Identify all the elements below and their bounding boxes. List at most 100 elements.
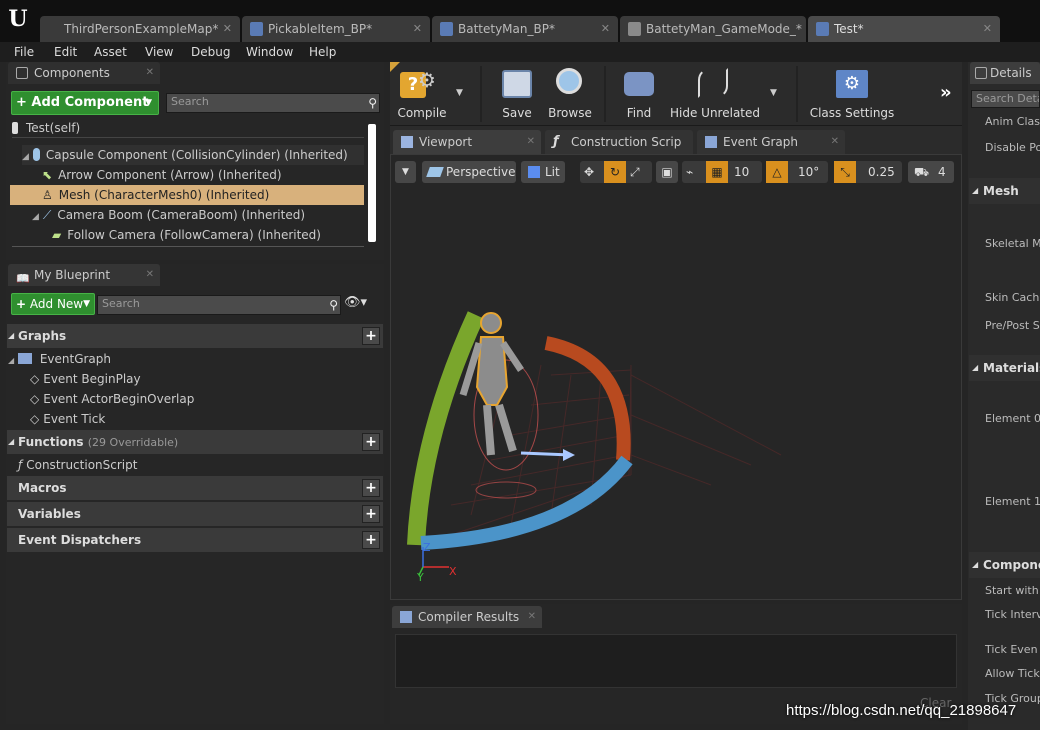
tab-test[interactable]: Test* ✕ <box>808 16 1000 42</box>
menu-window[interactable]: Window <box>246 42 293 62</box>
detail-allow-tick: Allow Tick <box>985 667 1040 680</box>
components-scrollbar[interactable] <box>368 124 376 242</box>
translate-icon[interactable]: ✥ <box>584 161 594 183</box>
tab-label: Test* <box>834 22 864 36</box>
collapse-icon: ◢ <box>972 186 979 195</box>
event-tick-item[interactable]: ◇ Event Tick <box>30 409 105 429</box>
class-settings-button[interactable]: ⚙ Class Settings <box>808 64 896 124</box>
menu-view[interactable]: View <box>145 42 173 62</box>
rotation-snap-value[interactable]: 10° <box>798 161 819 183</box>
section-graphs[interactable]: ◢ Graphs + <box>7 324 383 348</box>
grid-snap-value[interactable]: 10 <box>734 161 749 183</box>
event-node-icon: ◇ <box>30 392 40 406</box>
add-component-button[interactable]: + Add Component ▼ <box>11 91 159 115</box>
tab-event-graph[interactable]: Event Graph ✕ <box>697 130 845 154</box>
close-icon[interactable]: ✕ <box>146 264 154 286</box>
event-beginplay-item[interactable]: ◇ Event BeginPlay <box>30 369 141 389</box>
tree-item-arrow[interactable]: ⬉ Arrow Component (Arrow) (Inherited) <box>42 165 282 185</box>
toolbar-overflow-icon[interactable]: » <box>940 82 952 103</box>
expand-arrow-icon[interactable]: ◢ <box>32 212 39 222</box>
construction-script-item[interactable]: ƒ ConstructionScript <box>18 455 137 475</box>
menu-help[interactable]: Help <box>309 42 336 62</box>
tab-battetyman-gamemode[interactable]: BattetyMan_GameMode_* <box>620 16 806 42</box>
compile-options-dropdown[interactable]: ▼ <box>456 88 463 98</box>
hide-unrelated-dropdown[interactable]: ▼ <box>770 88 777 98</box>
plus-icon: + <box>16 297 27 311</box>
menu-debug[interactable]: Debug <box>191 42 230 62</box>
perspective-button[interactable]: Perspective <box>422 161 516 183</box>
close-icon[interactable]: ✕ <box>146 62 154 84</box>
section-mesh[interactable]: ◢ Mesh <box>969 178 1040 204</box>
menu-file[interactable]: File <box>14 42 34 62</box>
find-button[interactable]: Find <box>614 64 664 124</box>
menu-bar: File Edit Asset View Debug Window Help <box>0 42 1040 62</box>
grid-snap-icon[interactable]: ▦ <box>706 161 728 183</box>
camera-speed-button[interactable]: ⛟ 4 <box>908 161 954 183</box>
tab-construction-script[interactable]: ƒ Construction Scrip <box>545 130 693 154</box>
scale-snap-value[interactable]: 0.25 <box>868 161 895 183</box>
surface-snap-icon[interactable]: ⌁ <box>686 161 693 183</box>
rotate-icon[interactable]: ↻ <box>604 161 626 183</box>
tree-item-capsule[interactable]: ◢ Capsule Component (CollisionCylinder) (… <box>22 145 364 165</box>
menu-edit[interactable]: Edit <box>54 42 77 62</box>
expand-arrow-icon[interactable]: ◢ <box>22 152 29 162</box>
detail-element-1: Element 1 <box>985 495 1040 508</box>
tab-compiler-results[interactable]: Compiler Results ✕ <box>392 606 542 628</box>
rotation-gizmo-blue-arc[interactable] <box>420 455 633 550</box>
close-icon[interactable]: ✕ <box>601 16 610 42</box>
add-variable-button[interactable]: + <box>362 505 380 523</box>
tree-item-camera-boom[interactable]: ◢ ⟋ Camera Boom (CameraBoom) (Inherited) <box>32 205 305 225</box>
tab-details[interactable]: Details <box>970 62 1040 84</box>
section-components[interactable]: ◢ Componer <box>969 552 1040 578</box>
close-icon[interactable]: ✕ <box>413 16 422 42</box>
browse-button[interactable]: Browse <box>544 64 596 124</box>
section-materials[interactable]: ◢ Materials <box>969 355 1040 381</box>
section-macros[interactable]: Macros + <box>7 476 383 500</box>
detail-pre-post: Pre/Post S <box>985 319 1040 332</box>
scale-icon[interactable]: ⤢ <box>630 161 640 183</box>
tab-label: Compiler Results <box>418 610 520 624</box>
close-icon[interactable]: ✕ <box>983 16 992 42</box>
add-new-button[interactable]: + Add New ▼ <box>11 293 95 315</box>
close-icon[interactable]: ✕ <box>831 130 839 154</box>
viewport-options-dropdown[interactable]: ▼ <box>395 161 416 183</box>
unreal-logo-icon[interactable]: U <box>3 4 33 34</box>
detail-skeletal-mesh: Skeletal Mo <box>985 237 1040 250</box>
details-search-input[interactable]: Search Deta <box>971 90 1040 108</box>
close-icon[interactable]: ✕ <box>223 16 232 42</box>
tab-battetyman-bp[interactable]: BattetyMan_BP* ✕ <box>432 16 618 42</box>
tree-item-self[interactable]: Test(self) <box>12 118 364 138</box>
event-graph-item[interactable]: ◢ EventGraph <box>8 349 111 369</box>
section-functions[interactable]: ◢ Functions (29 Overridable) + <box>7 430 383 454</box>
tree-item-mesh[interactable]: ♙ Mesh (CharacterMesh0) (Inherited) <box>10 185 364 205</box>
tab-components[interactable]: Components ✕ <box>8 62 160 84</box>
close-icon[interactable]: ✕ <box>527 130 535 154</box>
compile-button[interactable]: ? ⚙ Compile <box>392 64 452 124</box>
section-variables[interactable]: Variables + <box>7 502 383 526</box>
lit-button[interactable]: Lit <box>521 161 565 183</box>
add-graph-button[interactable]: + <box>362 327 380 345</box>
tab-my-blueprint[interactable]: 📖 My Blueprint ✕ <box>8 264 160 286</box>
tab-pickableitem[interactable]: PickableItem_BP* ✕ <box>242 16 430 42</box>
hide-unrelated-button[interactable]: Hide Unrelated <box>670 64 760 124</box>
scale-snap-icon[interactable]: ⤡ <box>834 161 856 183</box>
viewport-scene: X Z Y <box>407 311 782 584</box>
visibility-eye-icon[interactable]: 👁▾ <box>344 295 367 310</box>
components-search-input[interactable]: Search ⚲ <box>166 93 380 113</box>
viewport[interactable]: X Z Y <box>390 154 962 600</box>
tab-thirdpersonexamplemap[interactable]: ThirdPersonExampleMap* ✕ <box>40 16 240 42</box>
world-local-toggle[interactable]: ▣ <box>656 161 678 183</box>
event-actorbeginoverlap-item[interactable]: ◇ Event ActorBeginOverlap <box>30 389 194 409</box>
add-dispatcher-button[interactable]: + <box>362 531 380 549</box>
tree-item-follow-camera[interactable]: ▰ Follow Camera (FollowCamera) (Inherited… <box>52 225 321 245</box>
section-event-dispatchers[interactable]: Event Dispatchers + <box>7 528 383 552</box>
menu-asset[interactable]: Asset <box>94 42 127 62</box>
add-macro-button[interactable]: + <box>362 479 380 497</box>
tab-viewport[interactable]: Viewport ✕ <box>393 130 541 154</box>
rotation-gizmo-green-arc[interactable] <box>407 311 485 546</box>
close-icon[interactable]: ✕ <box>528 606 536 628</box>
add-function-button[interactable]: + <box>362 433 380 451</box>
rotation-snap-icon[interactable]: △ <box>766 161 788 183</box>
save-button[interactable]: Save <box>494 64 540 124</box>
blueprint-search-input[interactable]: Search ⚲ <box>97 295 341 315</box>
